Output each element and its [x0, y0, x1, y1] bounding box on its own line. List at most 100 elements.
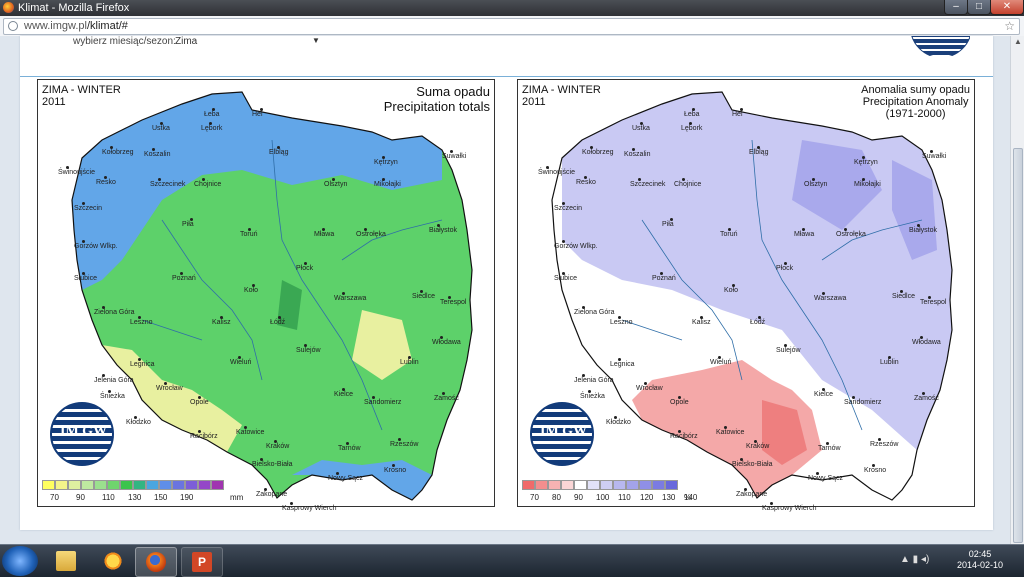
firefox-taskbar-button[interactable]	[135, 547, 177, 577]
legend-swatch	[198, 480, 211, 490]
url-input[interactable]: www.imgw.pl/klimat/# ☆	[3, 18, 1020, 35]
taskbar: P ▲ ▮ ◂) 02:45 2014-02-10	[0, 544, 1024, 577]
city-label: Elbląg	[749, 149, 769, 156]
city-label: Olsztyn	[804, 181, 828, 188]
map-season-title: ZIMA - WINTER 2011	[522, 84, 601, 108]
city-label: Piła	[182, 221, 194, 228]
city-label: Gorzów Wlkp.	[74, 243, 118, 250]
map-heading: Anomalia sumy opadu Precipitation Anomaly…	[861, 84, 970, 120]
close-button[interactable]: ✕	[990, 0, 1024, 15]
city-label: Zakopane	[256, 491, 288, 498]
city-label: Hel	[732, 111, 743, 118]
city-label: Zamość	[434, 395, 459, 402]
city-label: Chojnice	[674, 181, 702, 188]
city-label: Łeba	[204, 111, 220, 118]
url-text: www.imgw.pl/klimat/#	[24, 20, 128, 32]
legend-swatch	[94, 480, 107, 490]
city-label: Sandomierz	[844, 399, 882, 406]
imgw-logo: IM GW	[530, 402, 594, 466]
city-label: Kasprowy Wierch	[282, 505, 337, 512]
city-label: Nowy Sącz	[808, 475, 844, 482]
city-label: Tarnów	[338, 445, 361, 452]
city-label: Nowy Sącz	[328, 475, 364, 482]
city-label: Rzeszów	[870, 441, 899, 448]
legend-unit: %	[684, 493, 692, 502]
precipitation-map: ZIMA - WINTER 2011 Suma opadu Precipitatio…	[37, 79, 495, 512]
city-label: Warszawa	[814, 295, 847, 302]
city-label: Śnieżka	[580, 393, 605, 400]
explorer-taskbar-button[interactable]	[46, 547, 86, 575]
address-bar[interactable]: www.imgw.pl/klimat/# ☆	[0, 16, 1024, 37]
scroll-up-icon[interactable]: ▲	[1011, 36, 1024, 48]
city-label: Zielona Góra	[94, 309, 135, 316]
city-label: Siedlce	[892, 293, 915, 300]
city-label: Zielona Góra	[574, 309, 615, 316]
legend-swatch	[133, 480, 146, 490]
legend-swatch	[211, 480, 224, 490]
page-viewport: wybierz miesiąc/sezon: Zima ▼ ZIMA - WIN…	[0, 36, 1010, 544]
clock[interactable]: 02:45 2014-02-10	[950, 549, 1010, 571]
explorer-icon	[56, 551, 76, 571]
sun-taskbar-button[interactable]	[93, 547, 133, 575]
legend-tick-label: 190	[180, 493, 194, 502]
city-label: Ostrołęka	[836, 231, 866, 238]
city-label: Olsztyn	[324, 181, 348, 188]
legend-tick-label: 120	[640, 493, 654, 502]
city-label: Lublin	[400, 359, 419, 366]
city-label: Piła	[662, 221, 674, 228]
system-tray[interactable]: ▲ ▮ ◂)	[900, 554, 929, 565]
legend-tick-label: 90	[574, 493, 583, 502]
selector-strip: wybierz miesiąc/sezon: Zima ▼	[20, 36, 993, 77]
legend-swatch	[107, 480, 120, 490]
legend-swatch	[665, 480, 678, 490]
legend-tick-label: 70	[50, 493, 59, 502]
legend-swatch	[639, 480, 652, 490]
scroll-thumb[interactable]	[1013, 148, 1023, 543]
imgw-logo: IM GW	[50, 402, 114, 466]
city-label: Katowice	[716, 429, 745, 436]
content-panel: wybierz miesiąc/sezon: Zima ▼ ZIMA - WIN…	[20, 36, 993, 530]
city-label: Zamość	[914, 395, 939, 402]
legend-swatch	[68, 480, 81, 490]
maximize-button[interactable]: □	[967, 0, 991, 15]
chevron-down-icon[interactable]: ▼	[312, 36, 320, 45]
city-label: Legnica	[610, 361, 635, 368]
city-label: Poznań	[652, 275, 676, 282]
vertical-scrollbar[interactable]: ▲	[1010, 36, 1024, 544]
legend-swatch	[42, 480, 55, 490]
city-label: Kielce	[814, 391, 834, 398]
city-label: Szczecin	[554, 205, 583, 212]
city-label: Resko	[96, 179, 116, 186]
city-label: Kraków	[746, 443, 770, 450]
season-selector[interactable]: Zima	[175, 36, 197, 47]
star-icon[interactable]: ☆	[1004, 19, 1015, 33]
legend-tick-label: 130	[128, 493, 142, 502]
city-label: Kłodzko	[126, 419, 151, 426]
legend-swatch	[55, 480, 68, 490]
city-label: Toruń	[240, 231, 258, 238]
city-label: Włodawa	[912, 339, 941, 346]
map-heading: Suma opadu Precipitation totals	[383, 84, 490, 114]
city-label: Świnoujście	[58, 169, 95, 176]
powerpoint-taskbar-button[interactable]: P	[181, 547, 223, 577]
city-label: Lębork	[681, 125, 703, 132]
city-label: Lębork	[201, 125, 223, 132]
city-label: Suwałki	[442, 153, 467, 160]
city-label: Kętrzyn	[374, 159, 398, 166]
minimize-button[interactable]: –	[944, 0, 968, 15]
city-label: Mława	[794, 231, 815, 238]
legend-swatch	[535, 480, 548, 490]
city-label: Koło	[244, 287, 259, 294]
city-label: Gorzów Wlkp.	[554, 243, 598, 250]
city-label: Toruń	[720, 231, 738, 238]
legend-swatch	[600, 480, 613, 490]
city-label: Chojnice	[194, 181, 222, 188]
legend-swatch	[574, 480, 587, 490]
city-label: Poznań	[172, 275, 196, 282]
city-label: Kalisz	[692, 319, 711, 326]
season-selector-label: wybierz miesiąc/sezon:	[73, 36, 176, 47]
precipitation-legend	[42, 480, 224, 491]
legend-swatch	[626, 480, 639, 490]
legend-tick-label: 150	[154, 493, 168, 502]
start-icon[interactable]	[2, 546, 38, 576]
